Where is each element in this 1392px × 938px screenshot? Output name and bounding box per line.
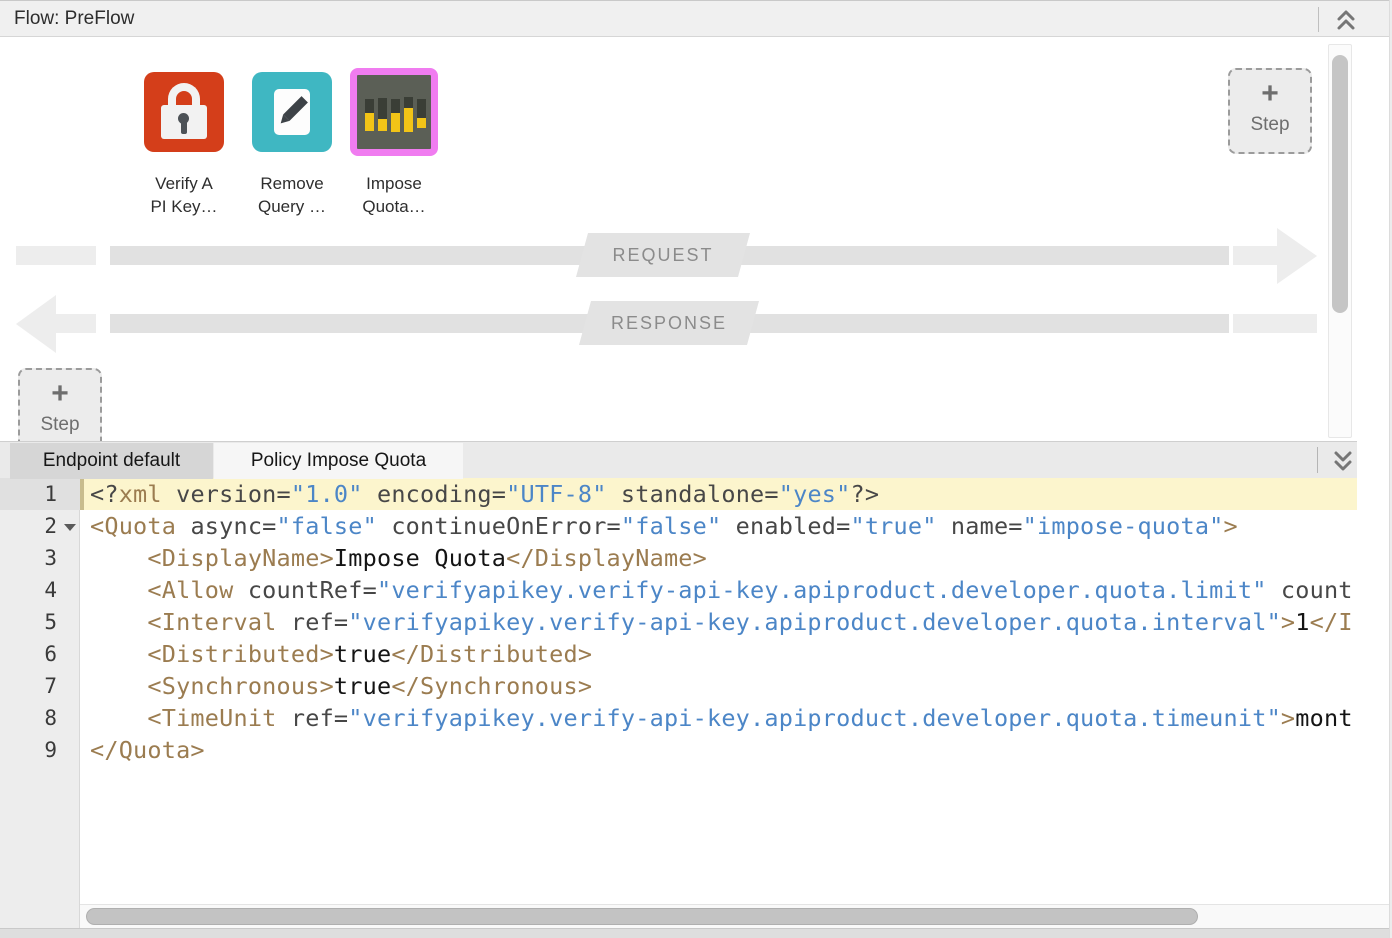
flow-vertical-scrollbar[interactable]	[1328, 44, 1352, 438]
step-button-label: Step	[1230, 114, 1310, 136]
code-line[interactable]: 2<Quota async="false" continueOnError="f…	[0, 510, 1392, 542]
policy-label-impose-quota: Impose Quota…	[334, 172, 454, 218]
code-text[interactable]: <?xml version="1.0" encoding="UTF-8" sta…	[80, 478, 1357, 510]
response-arrowhead-icon	[16, 295, 56, 353]
line-number: 3	[0, 542, 80, 574]
fold-arrow-icon[interactable]	[64, 524, 76, 531]
plus-icon: +	[20, 374, 100, 414]
request-line-stub	[16, 246, 96, 265]
policy-label-line1: Impose	[334, 172, 454, 195]
tab-policy-impose-quota[interactable]: Policy Impose Quota	[214, 443, 463, 479]
editor-horizontal-scrollbar[interactable]	[80, 904, 1392, 928]
code-line[interactable]: 1<?xml version="1.0" encoding="UTF-8" st…	[0, 478, 1392, 510]
flow-canvas: Verify A PI Key… Remove Query …	[0, 37, 1392, 441]
tab-strip: Endpoint default Policy Impose Quota	[0, 441, 1357, 478]
collapse-panel-button[interactable]	[1328, 5, 1364, 34]
lock-icon[interactable]	[144, 72, 224, 152]
code-text[interactable]: <Distributed>true</Distributed>	[80, 638, 1357, 670]
flow-editor-window: Flow: PreFlow Verify A PI Key…	[0, 0, 1392, 938]
text-cursor	[80, 478, 84, 510]
chart-bar	[404, 97, 413, 132]
line-number: 4	[0, 574, 80, 606]
chevron-double-up-icon	[1336, 9, 1356, 31]
tabbar-separator	[1317, 447, 1318, 473]
policy-label-line2: PI Key…	[124, 195, 244, 218]
line-number: 6	[0, 638, 80, 670]
chart-bar	[417, 99, 426, 128]
code-text[interactable]: <Synchronous>true</Synchronous>	[80, 670, 1357, 702]
keyhole-stem	[181, 121, 187, 134]
request-label: REQUEST	[576, 233, 750, 277]
add-step-button-response[interactable]: + Step	[18, 368, 102, 441]
scrollbar-thumb[interactable]	[1332, 55, 1348, 313]
collapse-editor-button[interactable]	[1326, 446, 1360, 475]
bar-chart-icon[interactable]	[350, 68, 438, 156]
header-separator	[1318, 7, 1319, 32]
response-arrow-stem	[54, 314, 96, 333]
code-text[interactable]: <Allow countRef="verifyapikey.verify-api…	[80, 574, 1357, 606]
line-number: 1	[0, 478, 80, 510]
chevron-double-down-icon	[1333, 450, 1353, 472]
step-button-label: Step	[20, 414, 100, 436]
editor-tab-bar: Endpoint default Policy Impose Quota	[0, 441, 1392, 478]
pencil-icon[interactable]	[252, 72, 332, 152]
request-arrowhead-icon	[1277, 228, 1317, 284]
add-step-button-request[interactable]: + Step	[1228, 68, 1312, 154]
response-label: RESPONSE	[579, 301, 759, 345]
code-text[interactable]: <TimeUnit ref="verifyapikey.verify-api-k…	[80, 702, 1357, 734]
code-line[interactable]: 8 <TimeUnit ref="verifyapikey.verify-api…	[0, 702, 1392, 734]
code-text[interactable]: </Quota>	[80, 734, 1357, 766]
code-lines: 1<?xml version="1.0" encoding="UTF-8" st…	[0, 478, 1392, 766]
code-text[interactable]: <DisplayName>Impose Quota</DisplayName>	[80, 542, 1357, 574]
request-arrow-stem	[1233, 246, 1278, 265]
code-line[interactable]: 7 <Synchronous>true</Synchronous>	[0, 670, 1392, 702]
flow-title: Flow: PreFlow	[14, 1, 134, 37]
tab-endpoint-default[interactable]: Endpoint default	[10, 443, 213, 479]
scrollbar-thumb[interactable]	[86, 908, 1198, 925]
code-line[interactable]: 6 <Distributed>true</Distributed>	[0, 638, 1392, 670]
code-line[interactable]: 9</Quota>	[0, 734, 1392, 766]
policy-label-line2: Quota…	[334, 195, 454, 218]
line-number: 2	[0, 510, 80, 542]
line-number: 9	[0, 734, 80, 766]
paper-shape	[274, 89, 310, 135]
policy-label-line1: Verify A	[124, 172, 244, 195]
line-number: 5	[0, 606, 80, 638]
response-line-stub	[1233, 314, 1317, 333]
code-line[interactable]: 4 <Allow countRef="verifyapikey.verify-a…	[0, 574, 1392, 606]
plus-icon: +	[1230, 74, 1310, 114]
line-number: 7	[0, 670, 80, 702]
policy-label-verify-api-key: Verify A PI Key…	[124, 172, 244, 218]
code-line[interactable]: 5 <Interval ref="verifyapikey.verify-api…	[0, 606, 1392, 638]
flow-panel-header: Flow: PreFlow	[0, 0, 1392, 37]
line-number: 8	[0, 702, 80, 734]
code-text[interactable]: <Quota async="false" continueOnError="fa…	[80, 510, 1357, 542]
chart-bar	[391, 99, 400, 132]
xml-code-editor[interactable]: 1<?xml version="1.0" encoding="UTF-8" st…	[0, 478, 1392, 938]
window-bottom-edge	[0, 928, 1392, 938]
code-text[interactable]: <Interval ref="verifyapikey.verify-api-k…	[80, 606, 1357, 638]
chart-bar	[365, 99, 374, 131]
pencil-glyph	[274, 89, 310, 135]
code-line[interactable]: 3 <DisplayName>Impose Quota</DisplayName…	[0, 542, 1392, 574]
chart-bar	[378, 98, 387, 131]
